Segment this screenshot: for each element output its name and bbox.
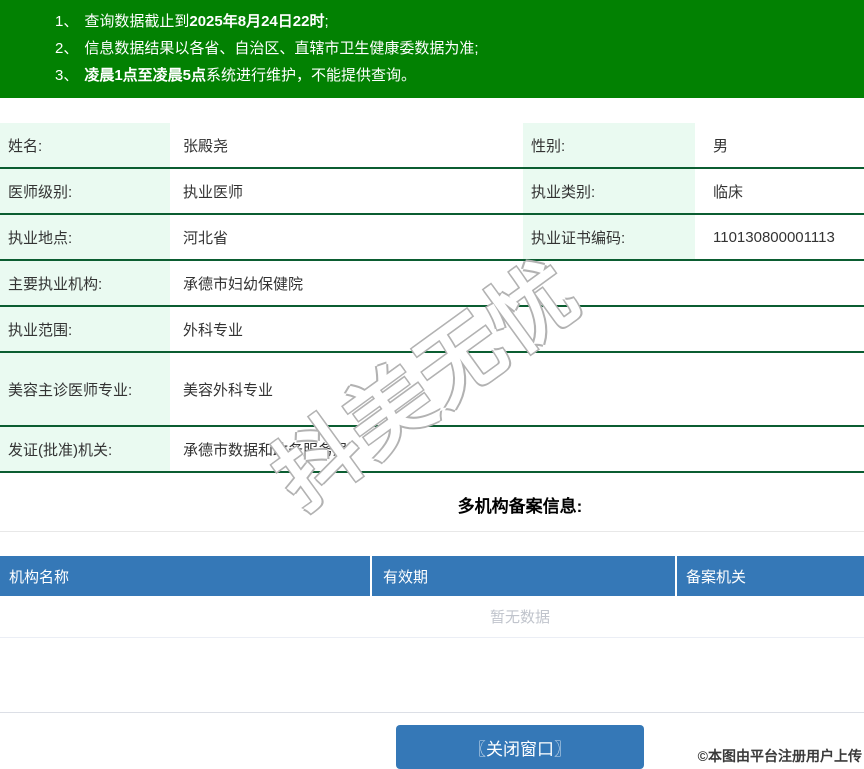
page-content: 姓名: 张殿尧 性别: 男 医师级别: 执业医师 执业类别: 临床 执业地点: … xyxy=(0,123,864,769)
notice-text: 信息数据结果以各省、自治区、直辖市卫生健康委数据为准; xyxy=(84,40,478,57)
table-row: 医师级别: 执业医师 执业类别: 临床 xyxy=(0,169,864,215)
notice-number: 3、 xyxy=(55,67,78,84)
table-row: 执业地点: 河北省 执业证书编码: 110130800001113 xyxy=(0,215,864,261)
table-row: 发证(批准)机关: 承德市数据和政务服务局 xyxy=(0,427,864,473)
practice-scope-label: 执业范围: xyxy=(0,307,170,351)
table-row: 执业范围: 外科专业 xyxy=(0,307,864,353)
credit-watermark: ©本图由平台注册用户上传 xyxy=(698,746,862,766)
issuing-authority-label: 发证(批准)机关: xyxy=(0,427,170,471)
notice-text-bold: 凌晨1点至凌晨5点 xyxy=(84,67,206,84)
notice-line-2: 2、信息数据结果以各省、自治区、直辖市卫生健康委数据为准; xyxy=(55,35,864,62)
multi-institution-filing-heading: 多机构备案信息: xyxy=(0,492,864,517)
gender-value: 男 xyxy=(695,123,864,167)
filing-table-header: 机构名称 有效期 备案机关 xyxy=(0,556,864,596)
column-header-institution-name: 机构名称 xyxy=(0,556,370,596)
notice-banner: 1、查询数据截止到2025年8月24日22时; 2、信息数据结果以各省、自治区、… xyxy=(0,0,864,98)
close-window-button[interactable]: 〖关闭窗口〗 xyxy=(396,725,644,769)
cosmetic-chief-specialty-value: 美容外科专业 xyxy=(170,353,864,425)
certificate-number-label: 执业证书编码: xyxy=(523,215,695,259)
practitioner-info-table: 姓名: 张殿尧 性别: 男 医师级别: 执业医师 执业类别: 临床 执业地点: … xyxy=(0,123,864,473)
name-value: 张殿尧 xyxy=(170,123,523,167)
notice-text: 查询数据截止到 xyxy=(84,13,189,30)
main-institution-label: 主要执业机构: xyxy=(0,261,170,305)
table-row: 姓名: 张殿尧 性别: 男 xyxy=(0,123,864,169)
name-label: 姓名: xyxy=(0,123,170,167)
footer-divider xyxy=(0,712,864,713)
notice-number: 1、 xyxy=(55,13,78,30)
section-divider xyxy=(0,531,864,532)
table-row: 美容主诊医师专业: 美容外科专业 xyxy=(0,353,864,427)
notice-line-3: 3、凌晨1点至凌晨5点系统进行维护，不能提供查询。 xyxy=(55,62,864,89)
column-header-filing-authority: 备案机关 xyxy=(675,556,864,596)
notice-line-1: 1、查询数据截止到2025年8月24日22时; xyxy=(55,8,864,35)
spacer xyxy=(0,638,864,712)
doctor-level-value: 执业医师 xyxy=(170,169,523,213)
practice-location-label: 执业地点: xyxy=(0,215,170,259)
issuing-authority-value: 承德市数据和政务服务局 xyxy=(170,427,864,471)
notice-number: 2、 xyxy=(55,40,78,57)
practice-scope-value: 外科专业 xyxy=(170,307,864,351)
notice-text-bold: 2025年8月24日22时 xyxy=(189,13,324,30)
gender-label: 性别: xyxy=(523,123,695,167)
practice-category-label: 执业类别: xyxy=(523,169,695,213)
cosmetic-chief-specialty-label: 美容主诊医师专业: xyxy=(0,353,170,425)
notice-text: ; xyxy=(324,13,328,30)
filing-table-empty-state: 暂无数据 xyxy=(0,596,864,638)
column-header-validity-period: 有效期 xyxy=(370,556,675,596)
main-institution-value: 承德市妇幼保健院 xyxy=(170,261,864,305)
practice-location-value: 河北省 xyxy=(170,215,523,259)
certificate-number-value: 110130800001113 xyxy=(695,215,864,259)
practice-category-value: 临床 xyxy=(695,169,864,213)
doctor-level-label: 医师级别: xyxy=(0,169,170,213)
table-row: 主要执业机构: 承德市妇幼保健院 xyxy=(0,261,864,307)
notice-text: 系统进行维护，不能提供查询。 xyxy=(206,67,416,84)
